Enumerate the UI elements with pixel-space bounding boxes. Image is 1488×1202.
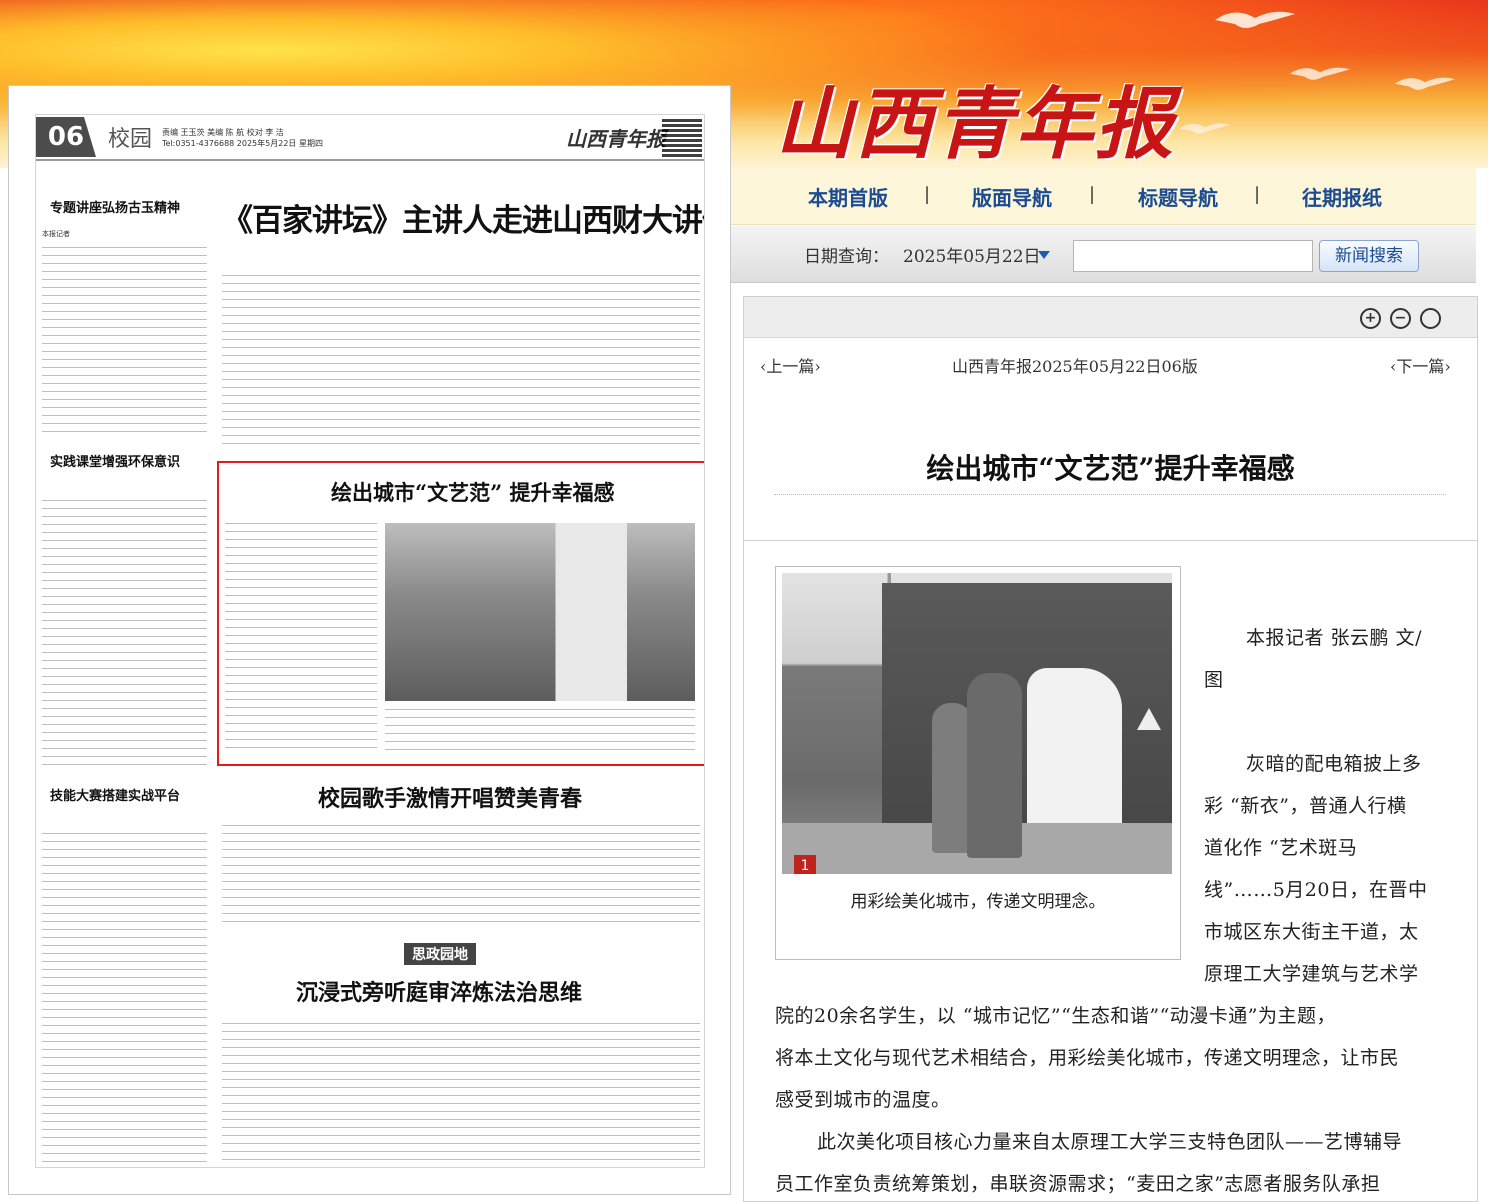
page-meta-line: 责编 王玉茨 美编 陈 航 校对 李 洁: [162, 128, 284, 137]
zoom-toolbar: + −: [744, 297, 1477, 338]
top-nav: 本期首版 | 版面导航 | 标题导航 | 往期报纸: [731, 168, 1476, 225]
nav-page-navigation[interactable]: 版面导航: [972, 182, 1052, 211]
article-paragraph-line: 道化作 “艺术斑马: [1204, 837, 1358, 859]
byline: 本报记者: [42, 230, 70, 238]
image-caption: 用彩绘美化城市，传递文明理念。: [850, 892, 1106, 912]
sidebar-headline[interactable]: 实践课堂增强环保意识: [50, 451, 180, 470]
divider: [774, 494, 1446, 495]
zoom-in-icon[interactable]: +: [1360, 308, 1381, 329]
article-figure: 1 用彩绘美化城市，传递文明理念。: [775, 566, 1181, 960]
article-text-block: [222, 275, 700, 450]
nav-front-page[interactable]: 本期首版: [808, 182, 888, 211]
page-meta: 责编 王玉茨 美编 陈 航 校对 李 洁 Tel:0351-4376688 20…: [162, 127, 323, 149]
article-paragraph-line: 市城区东大街主干道，太: [1204, 921, 1419, 943]
news-search-button[interactable]: 新闻搜索: [1319, 240, 1419, 272]
prev-article-link[interactable]: ‹上一篇›: [760, 353, 821, 377]
site-logo[interactable]: 山西青年报: [775, 62, 1175, 174]
dove-icon: [1290, 67, 1350, 80]
search-bar: 日期查询： 2025年05月22日 新闻搜索: [731, 226, 1476, 283]
headline-highlighted: 绘出城市“文艺范” 提升幸福感: [331, 480, 615, 505]
article-text-block: [222, 825, 700, 925]
article-text-block: [42, 247, 207, 437]
article-title: 绘出城市“文艺范”提升幸福感: [926, 452, 1295, 485]
page-section: 校园: [108, 127, 153, 152]
article-text-block: [225, 523, 377, 753]
article-text-block: [222, 1023, 700, 1163]
article-paragraph-line: 图: [1204, 669, 1224, 691]
article-paragraph-line: 感受到城市的温度。: [775, 1089, 951, 1111]
article-paragraph-line: 此次美化项目核心力量来自太原理工大学三支特色团队——艺博辅导: [817, 1131, 1403, 1153]
search-input[interactable]: [1073, 240, 1313, 272]
article-text-block: [42, 833, 207, 1163]
photo-volunteer: [932, 703, 972, 853]
nav-separator: |: [924, 184, 931, 205]
article-paragraph-line: 线”……5月20日，在晋中: [1204, 879, 1428, 901]
newspaper-page-image[interactable]: 06 校园 责编 王玉茨 美编 陈 航 校对 李 洁 Tel:0351-4376…: [35, 114, 705, 1168]
article-paragraph-line: 原理工大学建筑与艺术学: [1204, 963, 1419, 985]
qr-code-icon: [662, 117, 702, 157]
article-paragraph-line: 本报记者 张云鹏 文/: [1246, 627, 1422, 649]
warning-sign-icon: [1137, 708, 1161, 730]
article-text-block: [42, 500, 207, 770]
headline-h3[interactable]: 校园歌手激情开唱赞美青春: [318, 781, 582, 813]
masthead-mini: 山西青年报: [566, 127, 666, 151]
page-meta-line: Tel:0351-4376688 2025年5月22日 星期四: [162, 139, 323, 148]
dove-icon: [1215, 11, 1295, 28]
nav-title-navigation[interactable]: 标题导航: [1138, 182, 1218, 211]
image-index-badge: 1: [794, 855, 816, 874]
article-paragraph-line: 将本土文化与现代艺术相结合，用彩绘美化城市，传递文明理念，让市民: [775, 1047, 1400, 1069]
article-panel: + − ‹上一篇› 山西青年报2025年05月22日06版 ‹下一篇› 绘出城市…: [743, 296, 1478, 1202]
dropdown-arrow-icon[interactable]: [1038, 251, 1050, 259]
zoom-reset-icon[interactable]: [1420, 308, 1441, 329]
next-article-link[interactable]: ‹下一篇›: [1390, 353, 1451, 377]
article-text-block: [385, 709, 695, 753]
article-paragraph-line: 员工作室负责统筹策划，串联资源需求；“麦田之家”志愿者服务队承担: [775, 1173, 1381, 1195]
divider: [744, 540, 1477, 541]
article-photo-thumb: [385, 523, 695, 701]
nav-separator: |: [1089, 184, 1096, 205]
nav-separator: |: [1254, 184, 1261, 205]
page-number: 06: [36, 117, 96, 157]
zoom-out-icon[interactable]: −: [1390, 308, 1411, 329]
sidebar-headline[interactable]: 技能大赛搭建实战平台: [50, 785, 180, 804]
sidebar-headline[interactable]: 专题讲座弘扬古玉精神: [50, 197, 180, 216]
date-query-label: 日期查询：: [804, 247, 889, 267]
photo-volunteer: [967, 673, 1022, 858]
page-header: 06 校园 责编 王玉茨 美编 陈 航 校对 李 洁 Tel:0351-4376…: [36, 115, 704, 161]
newspaper-page-panel: 06 校园 责编 王玉茨 美编 陈 航 校对 李 洁 Tel:0351-4376…: [8, 85, 731, 1195]
article-paragraph-line: 灰暗的配电箱披上多: [1246, 753, 1422, 775]
dove-icon: [1180, 123, 1230, 134]
edition-info: 山西青年报2025年05月22日06版: [952, 357, 1198, 376]
column-label: 思政园地: [404, 943, 476, 965]
dove-icon: [1395, 77, 1455, 90]
article-photo[interactable]: 1: [782, 573, 1172, 874]
headline-h4[interactable]: 沉浸式旁听庭审淬炼法治思维: [296, 975, 582, 1007]
nav-past-issues[interactable]: 往期报纸: [1302, 182, 1382, 211]
date-select[interactable]: 2025年05月22日: [903, 242, 1041, 267]
article-paragraph-line: 彩 “新衣”，普通人行横: [1204, 795, 1407, 817]
highlighted-article-box[interactable]: 绘出城市“文艺范” 提升幸福感: [217, 461, 704, 766]
article-paragraph-line: 院的20余名学生，以 “城市记忆”“生态和谐”“动漫卡通”为主题，: [775, 1005, 1336, 1027]
headline-main[interactable]: 《百家讲坛》主讲人走进山西财大讲儒学: [222, 195, 704, 240]
